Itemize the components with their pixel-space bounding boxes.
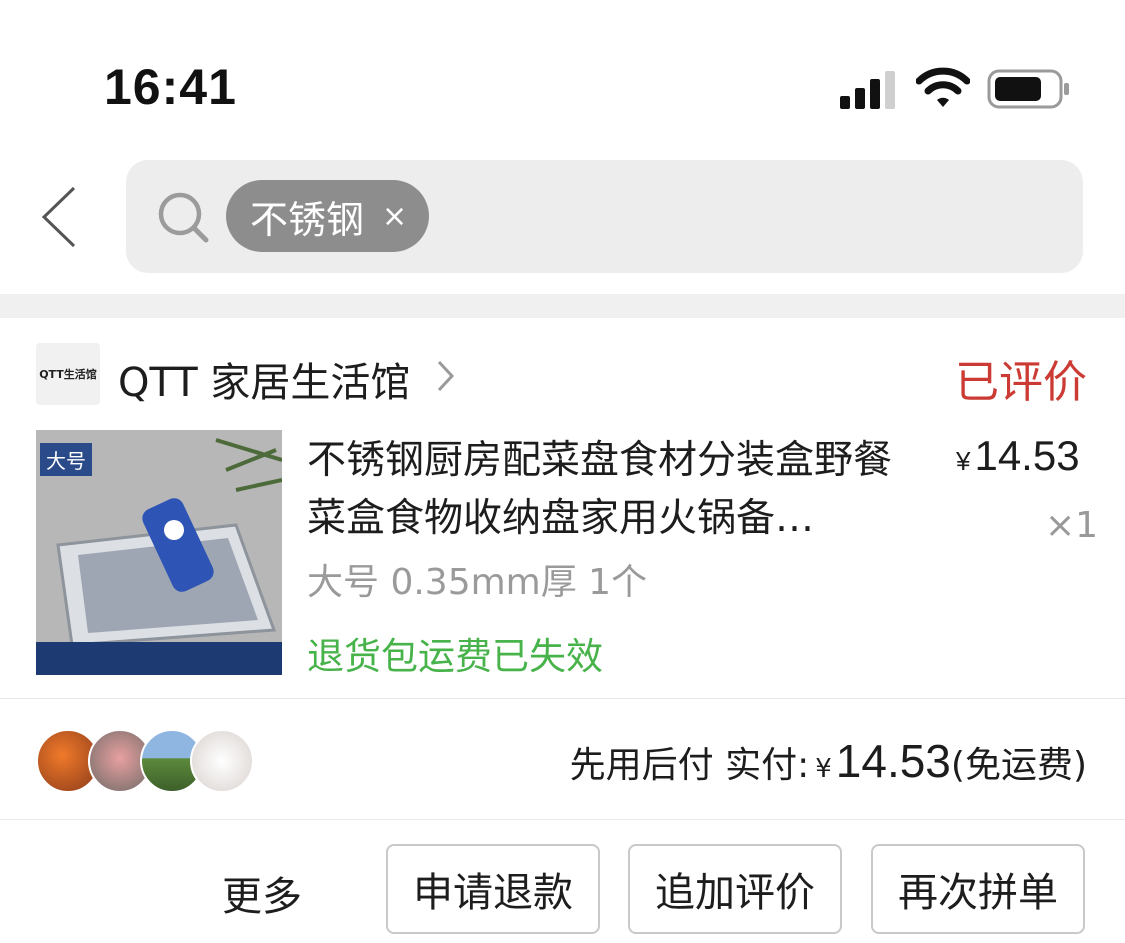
buyer-avatars — [36, 729, 254, 793]
wifi-icon — [916, 67, 970, 107]
chip-close-icon[interactable]: × — [382, 199, 407, 234]
payment-amount: 14.53 — [835, 735, 951, 787]
price-value: 14.53 — [974, 432, 1080, 479]
product-spec: 大号 0.35mm厚 1个 — [307, 562, 648, 603]
return-shipping-note: 退货包运费已失效 — [307, 635, 603, 678]
shop-logo[interactable]: QTT生活馆 — [36, 343, 100, 405]
avatar — [190, 729, 254, 793]
add-review-button[interactable]: 追加评价 — [628, 844, 842, 934]
shipping-note: (免运费) — [950, 745, 1087, 786]
product-title[interactable]: 不锈钢厨房配菜盘食材分装盒野餐菜盒食物收纳盘家用火锅备… — [307, 432, 917, 548]
product-price: ¥14.53 — [956, 432, 1080, 480]
cellular-signal-icon — [840, 71, 895, 109]
payment-label: 先用后付 实付: — [569, 745, 810, 786]
refund-button[interactable]: 申请退款 — [386, 844, 600, 934]
search-keyword-chip[interactable]: 不锈钢 × — [226, 180, 430, 252]
shop-name[interactable]: QTT 家居生活馆 — [118, 350, 410, 408]
more-button[interactable]: 更多 — [222, 864, 302, 922]
order-status: 已评价 — [955, 357, 1087, 408]
status-time: 16:41 — [104, 59, 237, 115]
product-quantity: ×1 — [1045, 505, 1099, 546]
divider — [0, 819, 1125, 820]
back-arrow-icon[interactable] — [36, 182, 86, 252]
divider — [0, 698, 1125, 699]
payment-currency: ¥ — [815, 754, 832, 784]
payment-summary: 先用后付 实付: ¥ 14.53 (免运费) — [570, 734, 1087, 788]
search-icon — [158, 192, 209, 243]
search-keyword: 不锈钢 — [250, 197, 365, 242]
product-size-tag: 大号 — [40, 443, 92, 476]
battery-icon — [987, 69, 1069, 109]
reorder-button[interactable]: 再次拼单 — [871, 844, 1085, 934]
section-divider — [0, 294, 1125, 318]
chevron-right-icon[interactable] — [436, 358, 456, 394]
price-currency: ¥ — [956, 446, 971, 476]
